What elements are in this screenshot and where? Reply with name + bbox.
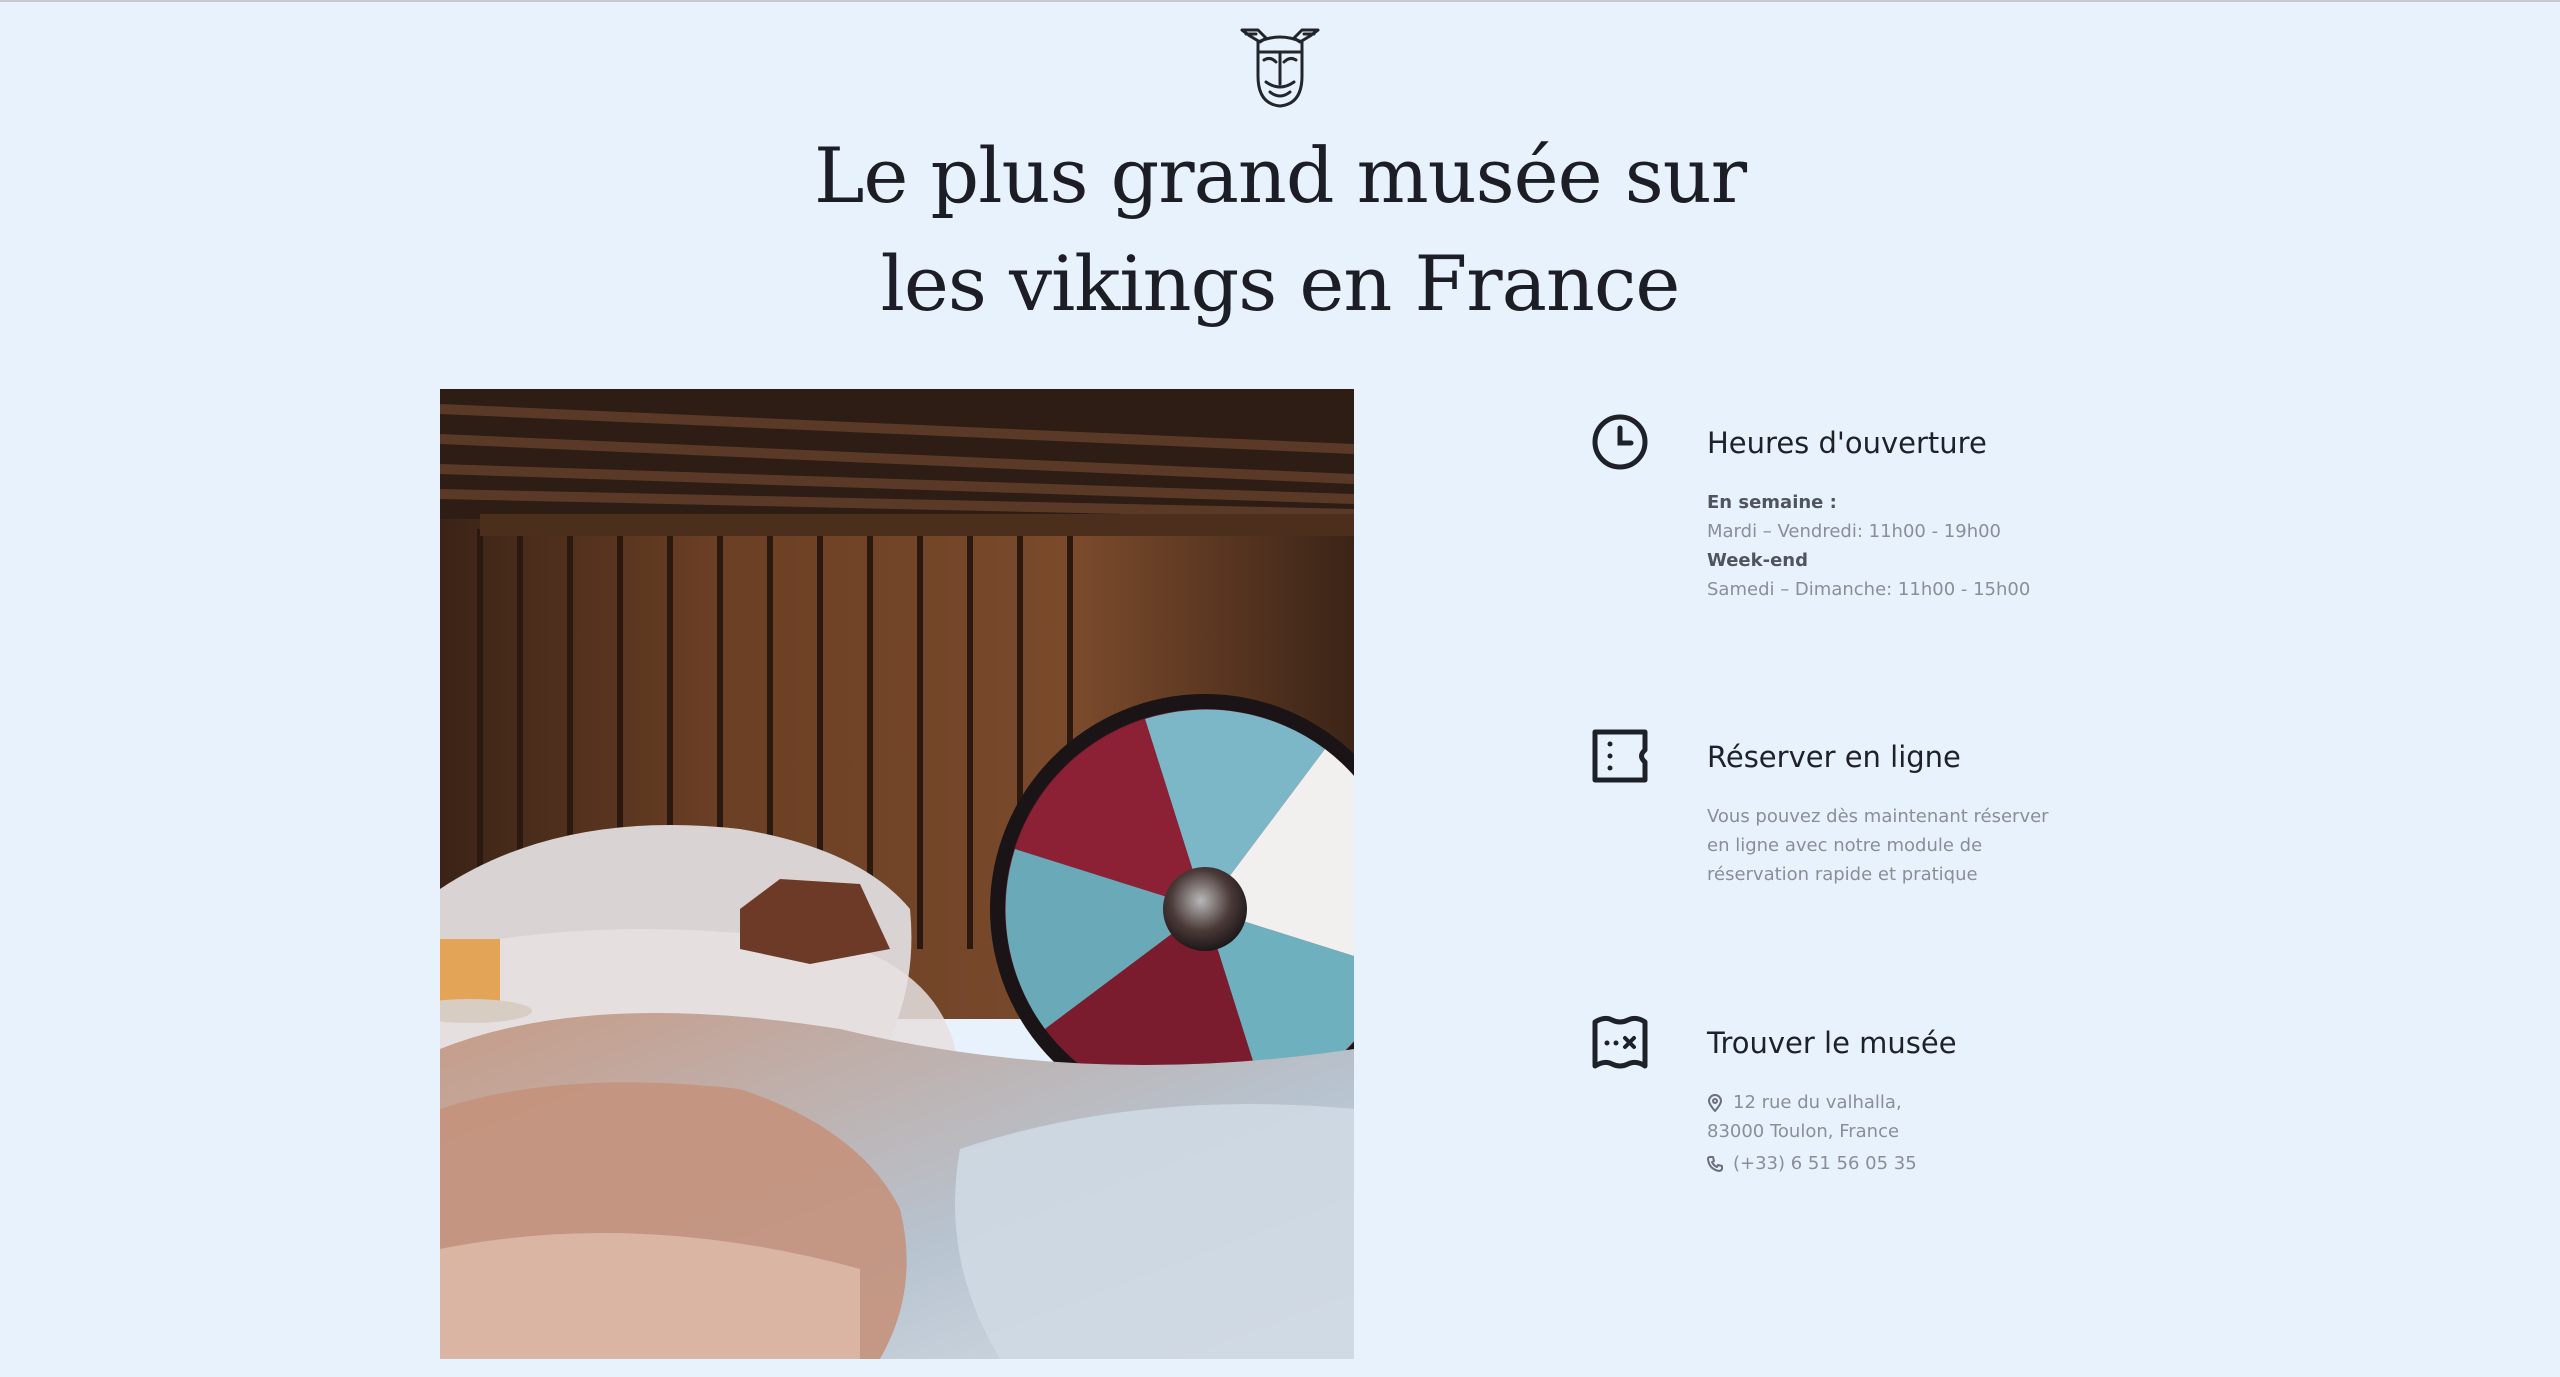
phone-number[interactable]: (+33) 6 51 56 05 35: [1733, 1149, 1917, 1178]
clock-icon: [1592, 414, 1648, 470]
booking-text-line-2: en ligne avec notre module de: [1707, 835, 1983, 856]
location-title: Trouver le musée: [1707, 1026, 1957, 1060]
ticket-icon: [1592, 729, 1648, 783]
phone-line: (+33) 6 51 56 05 35: [1707, 1149, 2107, 1178]
location-section: Trouver le musée 12 rue du valhalla, 830…: [1590, 1012, 2110, 1212]
weekend-label: Week-end: [1707, 550, 1808, 571]
hero-title-line-1: Le plus grand musée sur: [813, 131, 1747, 220]
address-line-1: 12 rue du valhalla,: [1733, 1092, 1902, 1113]
booking-title[interactable]: Réserver en ligne: [1707, 740, 1961, 774]
booking-text-line-1: Vous pouvez dès maintenant réserver: [1707, 806, 2049, 827]
map-icon: [1592, 1015, 1648, 1069]
weekend-hours: Samedi – Dimanche: 11h00 - 15h00: [1707, 579, 2031, 600]
hero-title: Le plus grand musée sur les vikings en F…: [780, 122, 1780, 338]
address-line-2: 83000 Toulon, France: [1707, 1121, 1900, 1142]
museum-interior-photo: [440, 389, 1354, 1359]
opening-hours-title: Heures d'ouverture: [1707, 426, 1987, 460]
address-line: 12 rue du valhalla,: [1707, 1088, 2107, 1117]
booking-description: Vous pouvez dès maintenant réserver en l…: [1707, 802, 2107, 889]
top-border: [0, 0, 2560, 2]
weekday-hours: Mardi – Vendredi: 11h00 - 19h00: [1707, 521, 2002, 542]
viking-helmet-logo[interactable]: [1238, 26, 1322, 108]
booking-text-line-3: réservation rapide et pratique: [1707, 864, 1978, 885]
booking-section: Réserver en ligne Vous pouvez dès mainte…: [1590, 726, 2110, 906]
location-details: 12 rue du valhalla, 83000 Toulon, France…: [1707, 1088, 2107, 1178]
map-pin-icon: [1707, 1093, 1723, 1112]
hero-title-line-2: les vikings en France: [880, 239, 1681, 328]
opening-hours-details: En semaine : Mardi – Vendredi: 11h00 - 1…: [1707, 488, 2107, 604]
weekday-label: En semaine :: [1707, 492, 1837, 513]
phone-icon: [1707, 1155, 1723, 1172]
opening-hours-section: Heures d'ouverture En semaine : Mardi – …: [1590, 412, 2110, 612]
